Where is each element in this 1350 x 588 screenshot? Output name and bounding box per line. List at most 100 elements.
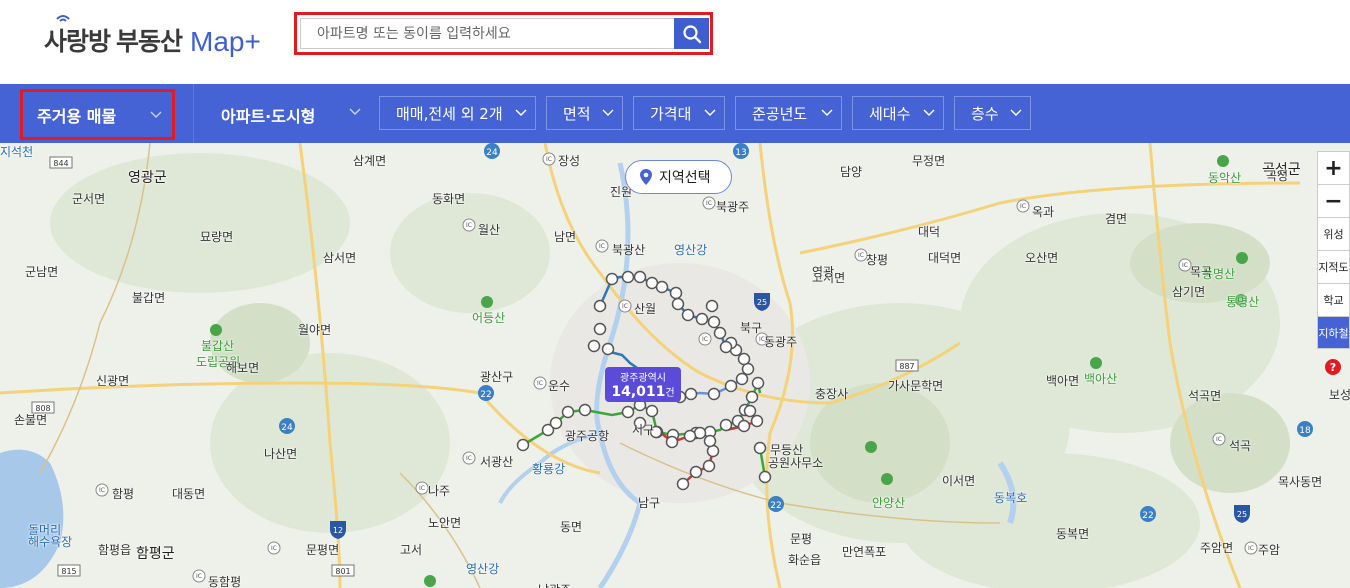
- svg-text:IC: IC: [466, 455, 472, 462]
- map-place-label: 나주: [428, 484, 451, 498]
- map-place-label: 무정면: [912, 154, 946, 168]
- map-place-label: 함평: [112, 487, 135, 501]
- map-place-label: 문평면: [306, 543, 340, 557]
- map-place-label: 노안면: [428, 516, 462, 530]
- map-place-label: 대덕: [918, 225, 941, 239]
- map-place-label: 해보면: [226, 361, 260, 375]
- svg-text:24: 24: [281, 423, 293, 433]
- map-place-label: 영산강: [674, 243, 708, 257]
- map-place-label: 석곡: [1229, 439, 1252, 453]
- svg-text:IC: IC: [858, 252, 864, 259]
- search-box: [294, 12, 713, 55]
- svg-text:IC: IC: [466, 222, 472, 229]
- search-button[interactable]: [674, 18, 709, 49]
- map-place-label: 지석천: [0, 145, 34, 159]
- site-logo[interactable]: 사랑방 부동산 Map+: [44, 14, 261, 58]
- city-count: 14,011건: [605, 384, 681, 402]
- svg-text:22: 22: [1142, 511, 1153, 521]
- chevron-down-icon: [923, 109, 935, 116]
- map-place-label: 목사동면: [1278, 475, 1323, 489]
- floors-label: 층수: [971, 104, 999, 123]
- price-filter[interactable]: 가격대: [633, 96, 725, 130]
- map-place-label: 곡성: [1266, 169, 1289, 183]
- map-place-label: 군서면: [72, 192, 106, 206]
- map-place-label: 운수: [548, 379, 571, 393]
- zoom-out-button[interactable]: −: [1317, 184, 1350, 217]
- city-cluster-marker[interactable]: 광주광역시 14,011건: [605, 367, 681, 402]
- deal-type-filter[interactable]: 매매,전세 외 2개: [379, 96, 536, 130]
- header: 사랑방 부동산 Map+: [0, 0, 1350, 84]
- property-type-select[interactable]: 주거용 매물: [20, 89, 175, 140]
- chevron-down-icon: [150, 111, 162, 118]
- map-place-label: 서광산: [480, 455, 514, 469]
- map-place-label: 삼서면: [323, 251, 357, 265]
- map-place-label: 동복호: [994, 491, 1028, 505]
- svg-text:IC: IC: [706, 200, 712, 207]
- map-controls: + − 위성 지적도 학교 지하철: [1317, 151, 1350, 349]
- map-place-label: 손불면: [14, 413, 48, 427]
- location-pin-icon: [640, 169, 652, 185]
- build-year-filter[interactable]: 준공년도: [735, 96, 842, 130]
- cadastral-toggle[interactable]: 지적도: [1317, 250, 1350, 283]
- map-place-label: 보성: [1329, 388, 1350, 402]
- chevron-down-icon: [602, 109, 614, 116]
- map-place-label: 영산강: [466, 562, 500, 576]
- map-place-label: 동면: [560, 520, 583, 534]
- map-place-label: 황룡강: [532, 462, 566, 476]
- map-place-label: 문평: [790, 532, 813, 546]
- satellite-toggle[interactable]: 위성: [1317, 217, 1350, 250]
- search-input[interactable]: [300, 18, 674, 49]
- map-view[interactable]: 24 13 22 24 22 22 18 25 12 25 844 808 88…: [0, 143, 1350, 588]
- area-filter[interactable]: 면적: [546, 96, 623, 130]
- city-count-value: 14,011: [611, 384, 666, 400]
- floors-filter[interactable]: 층수: [954, 96, 1031, 130]
- map-place-label: 북광산: [612, 243, 646, 257]
- map-place-label: 통명산: [1226, 295, 1260, 309]
- subway-toggle[interactable]: 지하철: [1317, 316, 1350, 349]
- map-place-label: 월산: [478, 223, 501, 237]
- map-place-label: 묘량면: [200, 230, 234, 244]
- map-place-label: 북구: [740, 321, 763, 335]
- svg-text:18: 18: [1299, 426, 1311, 436]
- map-place-label: 충장사: [815, 387, 849, 401]
- map-place-label: 주암면: [1200, 541, 1234, 555]
- map-place-label: 겸면: [1105, 212, 1128, 226]
- map-place-label: 영광: [812, 265, 835, 279]
- map-place-label: 고서: [400, 543, 423, 557]
- svg-text:IC: IC: [1248, 545, 1254, 552]
- svg-text:24: 24: [486, 148, 498, 158]
- map-place-label: 화순읍: [788, 553, 822, 567]
- svg-text:IC: IC: [1182, 262, 1188, 269]
- map-place-label: 불갑산: [201, 339, 235, 353]
- svg-text:IC: IC: [196, 573, 202, 580]
- map-place-label: 남면: [554, 230, 577, 244]
- region-select-button[interactable]: 지역선택: [625, 160, 732, 194]
- map-place-label: 장성: [558, 154, 581, 168]
- svg-text:12: 12: [333, 526, 343, 535]
- region-select-label: 지역선택: [659, 170, 711, 186]
- zoom-in-button[interactable]: +: [1317, 151, 1350, 184]
- deal-type-label: 매매,전세 외 2개: [396, 104, 503, 123]
- school-toggle[interactable]: 학교: [1317, 283, 1350, 316]
- map-place-label: 석곡면: [1188, 389, 1222, 403]
- map-place-label: 동복면: [1056, 527, 1090, 541]
- map-place-label: 백아면: [1046, 374, 1080, 388]
- wifi-logo-icon: [56, 15, 70, 22]
- map-place-label: 남구: [638, 496, 661, 510]
- households-filter[interactable]: 세대수: [852, 96, 944, 130]
- svg-text:801: 801: [335, 567, 350, 576]
- build-year-label: 준공년도: [752, 104, 808, 123]
- svg-text:25: 25: [1237, 510, 1247, 519]
- chevron-down-icon: [349, 108, 361, 115]
- map-place-label: 해수욕장: [28, 535, 73, 549]
- building-kind-select[interactable]: 아파트·도시형: [221, 89, 371, 140]
- map-place-label: 만연폭포: [842, 545, 887, 559]
- svg-text:22: 22: [480, 390, 491, 400]
- svg-text:13: 13: [735, 148, 746, 158]
- filter-bar: 주거용 매물 아파트·도시형 매매,전세 외 2개 면적 가격대 준공년도 세대…: [0, 84, 1350, 143]
- area-label: 면적: [563, 104, 591, 123]
- map-place-label: 백아산: [1084, 372, 1118, 386]
- chevron-down-icon: [704, 109, 716, 116]
- help-icon[interactable]: ?: [1325, 359, 1341, 375]
- households-label: 세대수: [869, 104, 911, 123]
